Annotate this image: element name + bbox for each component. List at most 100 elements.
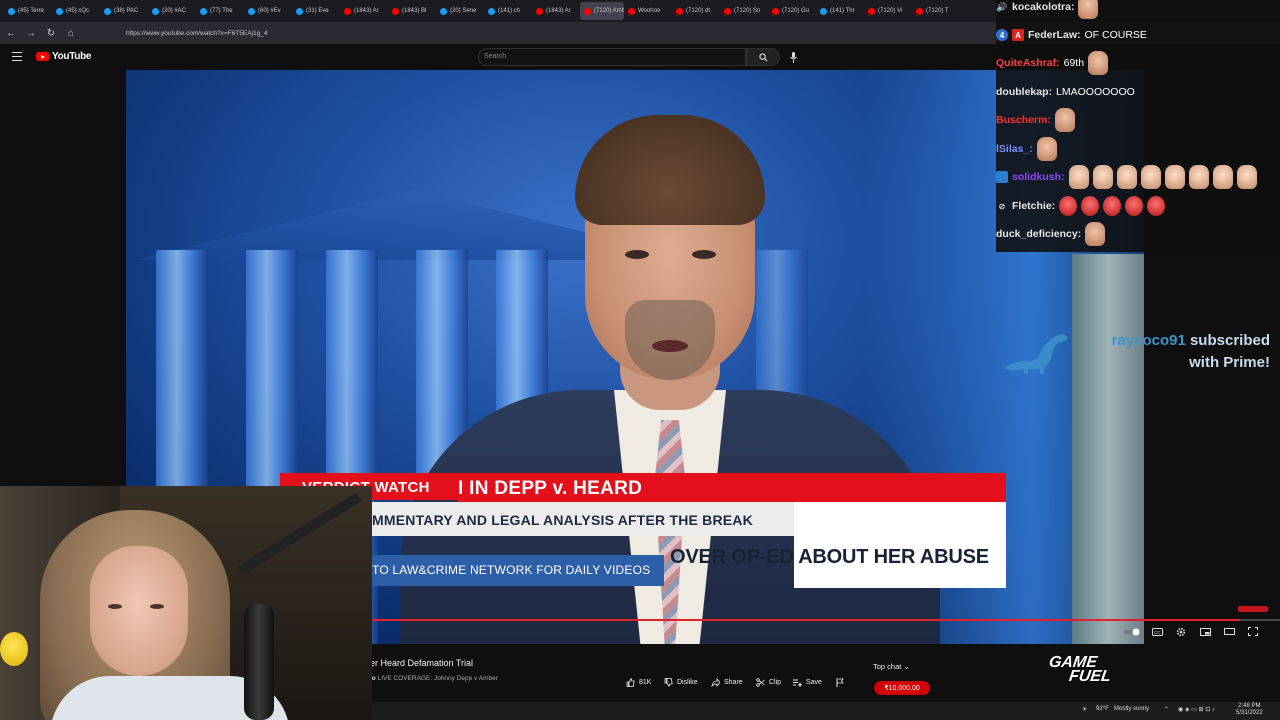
youtube-logo[interactable]: YouTube — [36, 51, 92, 62]
chat-username[interactable]: solidkush: — [1012, 171, 1065, 183]
chat-message: doublekap: LMAOOOOOOO — [996, 79, 1135, 105]
studio-panel — [1072, 254, 1144, 644]
browser-tab[interactable]: (45) Terre — [4, 2, 52, 20]
chat-username[interactable]: FederLaw: — [1028, 29, 1081, 41]
top-chat-selector[interactable]: Top chat ⌄ — [873, 662, 910, 671]
chat-message: 4 A FederLaw: OF COURSE — [996, 22, 1147, 48]
browser-tab[interactable]: (60) #Ev — [244, 2, 292, 20]
hidden-eye-icon: ⊘ — [998, 201, 1006, 211]
browser-tab[interactable]: (7120) Sn — [720, 2, 768, 20]
chevron-down-icon: ⌄ — [903, 662, 910, 671]
tab-label: (7120) dt — [686, 8, 711, 14]
tab-label: (20) Sene — [450, 8, 477, 14]
tray-icons[interactable]: ◉ ◈ ▭ ⊞ ⊡ ♪ — [1178, 706, 1215, 713]
chat-message: Buscherm: — [996, 107, 1075, 133]
fullscreen-button[interactable] — [1246, 626, 1260, 637]
browser-tab[interactable]: (20) #AC — [148, 2, 196, 20]
clock[interactable]: 2:48 PM 5/31/2022 — [1236, 703, 1263, 717]
emote-icon — [1054, 108, 1075, 132]
autoplay-icon — [1124, 628, 1140, 635]
dislike-button[interactable]: Dislike — [664, 676, 698, 688]
chat-username[interactable]: Fletchie: — [1012, 200, 1055, 212]
tab-label: (1843) Ar — [546, 8, 571, 14]
like-button[interactable]: 81K — [626, 676, 651, 688]
search-button[interactable] — [746, 48, 780, 66]
share-icon — [711, 677, 720, 687]
browser-tab[interactable]: (141) ch — [484, 2, 532, 20]
share-label: Share — [724, 678, 743, 686]
video-description: jo LIVE COVERAGE: Johnny Depp v Amber — [370, 675, 498, 682]
emote-icon — [1092, 165, 1113, 189]
miniplayer-button[interactable] — [1198, 626, 1212, 637]
tab-label: (20) #AC — [162, 8, 187, 14]
youtube-logo-text: YouTube — [52, 51, 92, 62]
dinosaur-icon — [1004, 334, 1068, 374]
browser-tab[interactable]: (38) PAC — [100, 2, 148, 20]
chat-message: ⊘ Fletchie: — [996, 193, 1166, 219]
home-icon[interactable]: ⌂ — [66, 28, 76, 39]
tab-label: (7120) T — [926, 8, 949, 14]
browser-tab[interactable]: (77) The — [196, 2, 244, 20]
browser-tab[interactable]: (7120) Vi — [864, 2, 912, 20]
chat-username[interactable]: lSilas_: — [996, 143, 1033, 155]
share-button[interactable]: Share — [711, 676, 743, 688]
commentary-banner: MMENTARY AND LEGAL ANALYSIS AFTER THE BR… — [372, 502, 794, 536]
sub-alert-text2: with Prime! — [1189, 354, 1270, 371]
chat-message: lSilas_: — [996, 136, 1057, 162]
url-field[interactable]: https://www.youtube.com/watch?v=F6T5EAj1… — [126, 30, 267, 37]
tab-favicon-icon — [152, 7, 159, 15]
chat-username[interactable]: duck_deficiency: — [996, 228, 1081, 240]
weather-condition: Mostly sunny — [1114, 706, 1150, 712]
autoplay-toggle[interactable] — [1124, 626, 1142, 637]
chat-username[interactable]: QuiteAshraf: — [996, 57, 1060, 69]
chat-username[interactable]: Buscherm: — [996, 114, 1051, 126]
tab-label: (45) Terre — [18, 8, 44, 14]
streamer-face — [90, 546, 188, 676]
browser-tab[interactable]: (31) Eve — [292, 2, 340, 20]
weather-icon: ☀ — [1082, 707, 1088, 713]
tab-label: (141) ch — [498, 8, 521, 14]
browser-tab[interactable]: (7120) Gu — [768, 2, 816, 20]
chat-username[interactable]: doublekap: — [996, 86, 1052, 98]
report-button[interactable] — [836, 676, 844, 688]
forward-icon[interactable]: → — [26, 28, 36, 39]
subscribe-watermark[interactable] — [1238, 606, 1268, 612]
reload-icon[interactable]: ↻ — [46, 28, 56, 39]
menu-icon[interactable] — [12, 52, 22, 61]
captions-icon: CC — [1151, 627, 1163, 636]
settings-button[interactable] — [1174, 626, 1188, 637]
gamefuel-logo: GAME FUEL — [1046, 654, 1114, 685]
browser-tab[interactable]: (45) xQc — [52, 2, 100, 20]
theater-icon — [1223, 628, 1235, 635]
chat-text: OF COURSE — [1084, 29, 1147, 41]
flag-icon — [836, 678, 844, 687]
browser-tab[interactable]: (1843) Ar — [532, 2, 580, 20]
chat-username[interactable]: kocakolotra: — [1012, 1, 1074, 13]
super-chat-badge[interactable]: ₹10,000.00 — [874, 681, 930, 695]
weather-temp: 92°F — [1096, 706, 1109, 712]
clip-button[interactable]: Clip — [756, 676, 781, 688]
captions-button[interactable]: CC — [1150, 626, 1164, 637]
save-button[interactable]: Save — [793, 676, 822, 688]
tab-label: Woohoo — [638, 8, 661, 14]
theater-mode-button[interactable] — [1222, 626, 1236, 637]
lower-third-panel — [794, 502, 1006, 588]
back-icon[interactable]: ← — [6, 28, 16, 39]
browser-tab[interactable]: (1843) Bl — [388, 2, 436, 20]
tray-expand-icon[interactable]: ⌃ — [1164, 706, 1169, 713]
browser-tab[interactable]: Woohoo — [624, 2, 672, 20]
browser-tab[interactable]: (1843) Ar — [340, 2, 388, 20]
browser-tab[interactable]: (20) Sene — [436, 2, 484, 20]
tab-favicon-icon — [200, 7, 207, 15]
browser-tab[interactable]: (7120) dt — [672, 2, 720, 20]
clock-date: 5/31/2022 — [1236, 710, 1263, 716]
browser-tab[interactable]: (7120) T — [912, 2, 960, 20]
tab-label: (60) #Ev — [258, 8, 281, 14]
tab-favicon-icon — [392, 7, 399, 15]
search-input[interactable]: Search — [478, 48, 746, 66]
tab-favicon-icon — [916, 7, 923, 15]
browser-tab[interactable]: (141) Thr — [816, 2, 864, 20]
voice-search-button[interactable] — [788, 50, 798, 64]
tab-label: (77) The — [210, 8, 233, 14]
browser-tab[interactable]: (7120) Amber× — [580, 2, 624, 20]
